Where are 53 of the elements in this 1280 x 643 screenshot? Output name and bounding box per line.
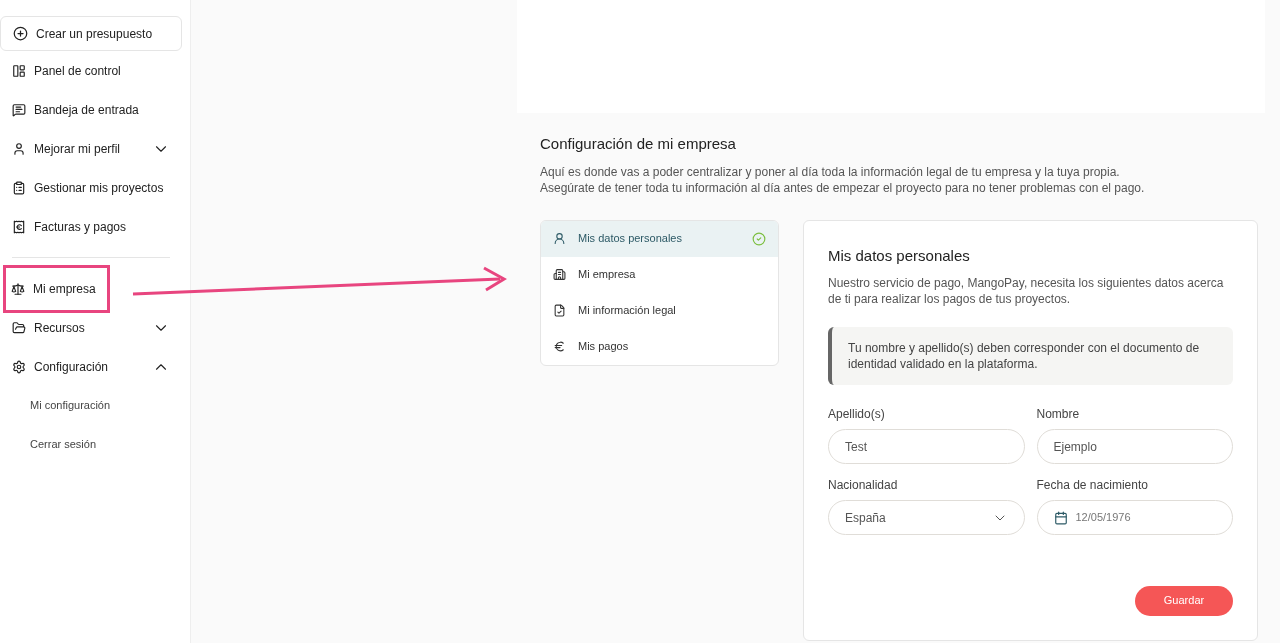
step-item[interactable]: Mis datos personales: [541, 220, 778, 257]
nav-label: Mi empresa: [33, 280, 96, 298]
create-budget-button[interactable]: Crear un presupuesto: [0, 16, 182, 51]
field-label: Apellido(s): [828, 406, 886, 423]
input-field[interactable]: Ejemplo: [1036, 429, 1233, 464]
nav-item[interactable]: Bandeja de entrada: [0, 90, 182, 129]
receipt-icon: [12, 219, 26, 234]
form-title: Mis datos personales: [828, 245, 971, 266]
field-label: Fecha de nacimiento: [1036, 477, 1149, 494]
panel-icon: [12, 63, 26, 78]
page-description: Asegúrate de tener toda tu información al día antes de empezar el proyecto para no tener problemas con el pago.: [540, 179, 1146, 196]
nav-label: Bandeja de entrada: [34, 101, 140, 119]
step-label: Mis pagos: [578, 339, 630, 355]
nav-label: Configuración: [34, 358, 110, 376]
field-label: Nacionalidad: [828, 477, 899, 494]
step-label: Mi información legal: [578, 303, 677, 319]
page-description: Aquí es donde vas a poder centralizar y poner al día toda la información legal de tu empresa y la tuya propia.: [540, 163, 1121, 180]
step-item[interactable]: Mi información legal: [541, 292, 778, 329]
step-item[interactable]: Mi empresa: [541, 256, 778, 293]
nav-label: Gestionar mis proyectos: [34, 179, 165, 197]
document-icon: [553, 304, 566, 317]
euro-icon: [553, 340, 566, 353]
sub-nav-item[interactable]: Cerrar sesión: [0, 425, 182, 464]
nav-item[interactable]: Panel de control: [0, 51, 182, 90]
page-title: Configuración de mi empresa: [540, 134, 737, 154]
nav-item[interactable]: Facturas y pagos: [0, 207, 182, 246]
input-field[interactable]: Test: [828, 429, 1025, 464]
building-icon: [553, 268, 566, 281]
nav-item[interactable]: Recursos: [0, 308, 182, 347]
step-label: Mi empresa: [578, 267, 637, 283]
folder-icon: [12, 320, 26, 335]
scale-icon: [11, 281, 25, 296]
chat-icon: [12, 102, 26, 117]
person-icon: [553, 232, 566, 245]
plus-circle-icon: [13, 26, 28, 41]
nav-label: Mejorar mi perfil: [34, 140, 121, 158]
nav-item[interactable]: Configuración: [0, 347, 182, 386]
nav-item[interactable]: Mi empresa: [6, 269, 107, 308]
nav-label: Panel de control: [34, 62, 122, 80]
clipboard-icon: [12, 180, 26, 195]
notice-box: Tu nombre y apellido(s) deben corresponder con el documento de identidad validado en la plataforma.: [828, 327, 1233, 385]
sub-nav-item[interactable]: Mi configuración: [0, 386, 182, 425]
form-description: Nuestro servicio de pago, MangoPay, necesita los siguientes datos acerca de ti para realizar los pagos de tus proyectos.: [828, 275, 1225, 307]
nav-label: Facturas y pagos: [34, 218, 128, 236]
settings-icon: [12, 359, 26, 374]
user-icon: [12, 141, 26, 156]
step-item[interactable]: Mis pagos: [541, 328, 778, 365]
nav-item[interactable]: Mejorar mi perfil: [0, 129, 182, 168]
nav-label: Recursos: [34, 319, 86, 337]
field-label: Nombre: [1036, 406, 1081, 423]
nav-item[interactable]: Gestionar mis proyectos: [0, 168, 182, 207]
calendar-icon: [1053, 510, 1068, 525]
step-label: Mis datos personales: [578, 231, 683, 247]
